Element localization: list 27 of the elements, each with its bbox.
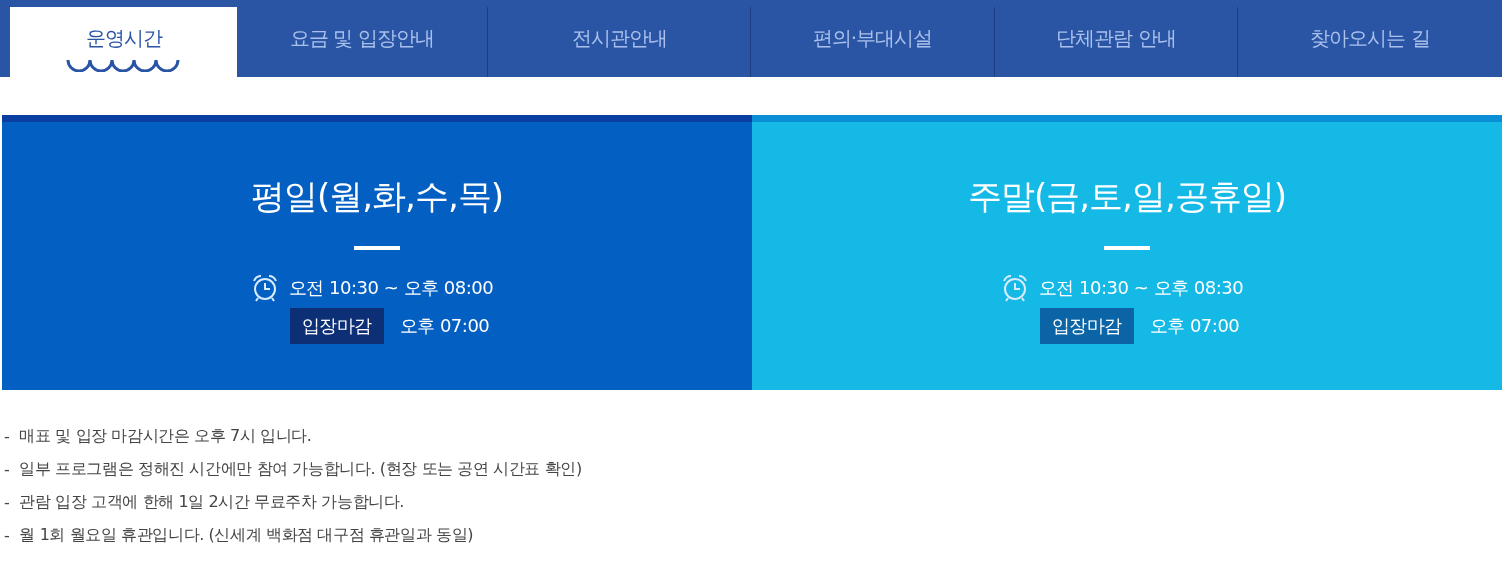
note-text: 월 1회 월요일 휴관입니다. (신세계 백화점 대구점 휴관일과 동일) xyxy=(19,525,473,546)
note-marker: - xyxy=(4,460,10,479)
opening-hours: 오전 10:30 ~ 오후 08:30 xyxy=(1038,276,1244,300)
closing-badge: 입장마감 xyxy=(289,308,384,344)
note-text: 매표 및 입장 마감시간은 오후 7시 입니다. xyxy=(19,426,312,447)
closing-time: 오후 07:00 xyxy=(1149,314,1240,338)
tab[interactable]: 편의·부대시설 xyxy=(751,7,995,77)
note-marker: - xyxy=(4,493,10,512)
tab[interactable]: 전시관안내 xyxy=(488,7,751,77)
panel-title: 평일(월,화,수,목) xyxy=(251,175,503,218)
tab[interactable]: 단체관람 안내 xyxy=(995,7,1238,77)
note-marker: - xyxy=(4,427,10,446)
closing-time: 오후 07:00 xyxy=(399,314,490,338)
note-text: 일부 프로그램은 정해진 시간에만 참여 가능합니다. (현장 또는 공연 시간표 확인) xyxy=(19,459,582,480)
note-marker: - xyxy=(4,526,10,545)
alarm-clock-icon xyxy=(250,274,279,302)
note-text: 관람 입장 고객에 한해 1일 2시간 무료주차 가능합니다. xyxy=(19,492,405,513)
title-underline xyxy=(354,246,400,250)
panel-title: 주말(금,토,일,공휴일) xyxy=(968,175,1286,218)
tab[interactable]: 운영시간 xyxy=(10,7,237,77)
wave-icon xyxy=(65,58,182,72)
alarm-clock-icon xyxy=(1000,274,1029,302)
title-underline xyxy=(1104,246,1150,250)
tab[interactable]: 요금 및 입장안내 xyxy=(237,7,488,77)
opening-hours: 오전 10:30 ~ 오후 08:00 xyxy=(288,276,494,300)
closing-badge: 입장마감 xyxy=(1039,308,1134,344)
tab[interactable]: 찾아오시는 길 xyxy=(1238,7,1502,77)
